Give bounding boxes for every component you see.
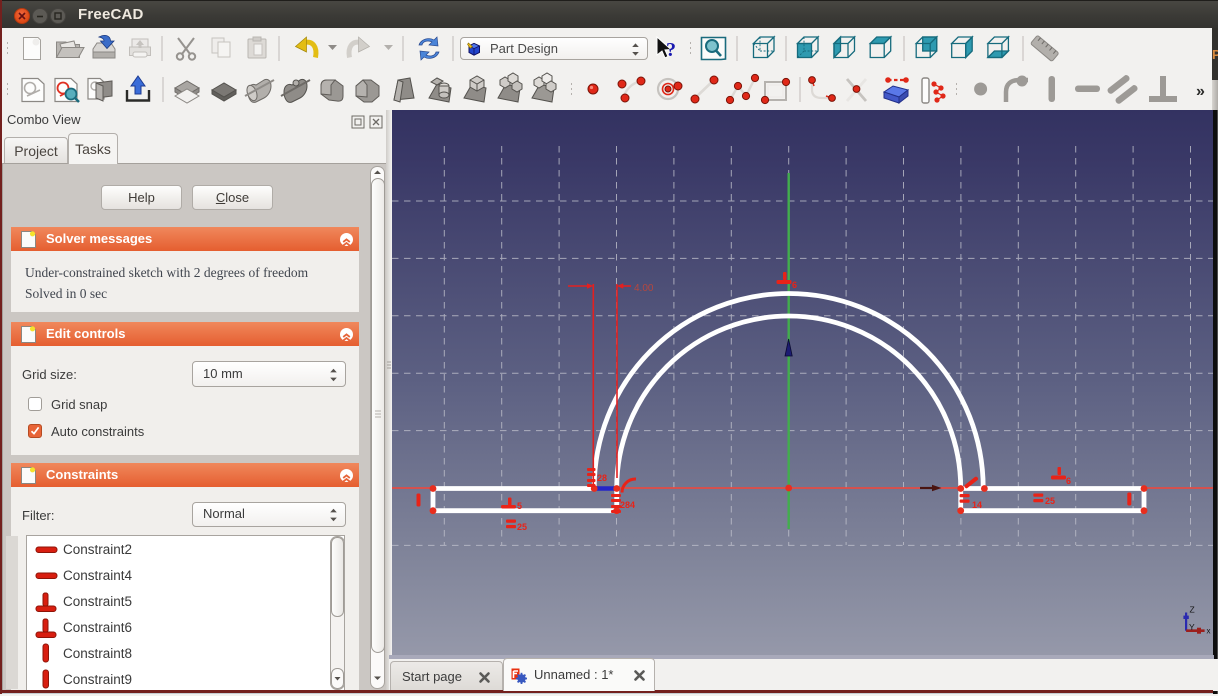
svg-text:Y: Y: [1189, 622, 1195, 632]
svg-text:25: 25: [517, 522, 527, 532]
svg-text:4.00: 4.00: [634, 283, 654, 294]
svg-text:284: 284: [620, 500, 635, 510]
svg-text:14: 14: [972, 500, 982, 510]
svg-text:6: 6: [792, 280, 797, 290]
svg-text:28: 28: [597, 473, 607, 483]
svg-text:6: 6: [1066, 476, 1071, 486]
svg-text:x: x: [1207, 627, 1211, 636]
svg-text:?: ?: [666, 39, 676, 61]
svg-text:5: 5: [517, 501, 522, 511]
svg-text:»: »: [1196, 83, 1205, 100]
svg-text:Z: Z: [1190, 605, 1195, 615]
svg-text:25: 25: [1045, 496, 1055, 506]
